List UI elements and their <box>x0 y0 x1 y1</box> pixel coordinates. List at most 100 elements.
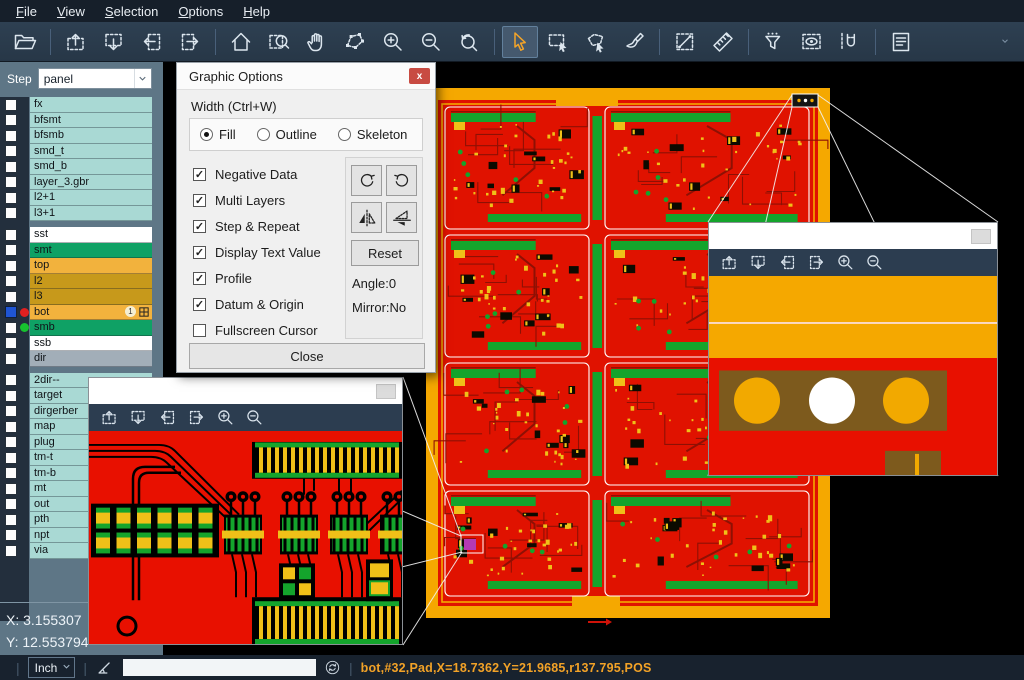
tool-rect-select-button[interactable] <box>540 26 576 58</box>
layer-row-bot[interactable]: bot1 <box>0 305 152 321</box>
layer-checkbox[interactable] <box>5 353 17 365</box>
toolbar-overflow-icon[interactable] <box>1000 33 1010 51</box>
layer-name[interactable]: smb <box>30 320 152 336</box>
layer-row-smd_t[interactable]: smd_t <box>0 144 152 160</box>
checkbox-box[interactable] <box>193 324 206 337</box>
tool-magnet-button[interactable] <box>832 26 868 58</box>
unit-select[interactable]: Inch <box>28 657 76 678</box>
popup-tool-pan-down-button[interactable] <box>746 252 770 274</box>
tool-report-button[interactable] <box>883 26 919 58</box>
rotate-ccw-button[interactable] <box>386 165 417 196</box>
menu-item-view[interactable]: View <box>47 4 95 19</box>
step-select[interactable]: panel <box>38 68 152 89</box>
layer-row-sst[interactable]: sst <box>0 227 152 243</box>
layer-checkbox[interactable] <box>5 514 17 526</box>
layer-row-layer_3.gbr[interactable]: layer_3.gbr <box>0 175 152 191</box>
layer-row-ssb[interactable]: ssb <box>0 336 152 352</box>
layer-checkbox[interactable] <box>5 244 17 256</box>
layer-name[interactable]: bfsmb <box>30 128 152 144</box>
window-button[interactable] <box>376 384 396 399</box>
layer-checkbox[interactable] <box>5 498 17 510</box>
popup-tool-pan-up-button[interactable] <box>97 407 121 429</box>
layer-name[interactable]: fx <box>30 97 152 113</box>
radio-skeleton[interactable]: Skeleton <box>338 127 408 142</box>
checkbox-negative-data[interactable]: ✓Negative Data <box>193 161 321 187</box>
layer-checkbox[interactable] <box>5 130 17 142</box>
layer-checkbox[interactable] <box>5 291 17 303</box>
tool-measure-button[interactable] <box>667 26 703 58</box>
tool-poly-select-button[interactable] <box>578 26 614 58</box>
layer-checkbox[interactable] <box>5 436 17 448</box>
layer-row-smt[interactable]: smt <box>0 243 152 259</box>
layer-name[interactable]: smt <box>30 243 152 259</box>
layer-row-l2+1[interactable]: l2+1 <box>0 190 152 206</box>
layer-row-dir[interactable]: dir <box>0 351 152 367</box>
checkbox-multi-layers[interactable]: ✓Multi Layers <box>193 187 321 213</box>
tool-pan-down-button[interactable] <box>96 26 132 58</box>
menu-item-help[interactable]: Help <box>233 4 280 19</box>
layer-checkbox[interactable] <box>5 99 17 111</box>
tool-select-arrow-button[interactable] <box>502 26 538 58</box>
layer-checkbox[interactable] <box>5 192 17 204</box>
layer-name[interactable]: l3+1 <box>30 206 152 222</box>
checkbox-box[interactable]: ✓ <box>193 168 206 181</box>
layer-name[interactable]: top <box>30 258 152 274</box>
tool-filter-button[interactable] <box>756 26 792 58</box>
rotate-cw-button[interactable] <box>351 165 382 196</box>
tool-brush-button[interactable] <box>616 26 652 58</box>
layer-checkbox[interactable] <box>5 229 17 241</box>
reset-button[interactable]: Reset <box>351 240 419 266</box>
tool-hand-button[interactable] <box>299 26 335 58</box>
layer-checkbox[interactable] <box>5 275 17 287</box>
angle-icon[interactable] <box>95 658 115 678</box>
popup-tool-pan-left-button[interactable] <box>775 252 799 274</box>
layer-name[interactable]: smd_b <box>30 159 152 175</box>
checkbox-fullscreen-cursor[interactable]: Fullscreen Cursor <box>193 317 321 343</box>
dialog-title-bar[interactable]: Graphic Options <box>177 63 435 90</box>
layer-checkbox[interactable] <box>5 374 17 386</box>
checkbox-step-repeat[interactable]: ✓Step & Repeat <box>193 213 321 239</box>
layer-name[interactable]: ssb <box>30 336 152 352</box>
layer-checkbox[interactable] <box>5 452 17 464</box>
layer-name[interactable]: dir <box>30 351 152 367</box>
layer-checkbox[interactable] <box>5 467 17 479</box>
layer-checkbox[interactable] <box>5 207 17 219</box>
layer-checkbox[interactable] <box>5 260 17 272</box>
layer-name[interactable]: bfsmt <box>30 113 152 129</box>
close-button[interactable]: Close <box>189 343 425 369</box>
layer-row-bfsmb[interactable]: bfsmb <box>0 128 152 144</box>
layer-checkbox[interactable] <box>5 337 17 349</box>
layer-name[interactable]: layer_3.gbr <box>30 175 152 191</box>
close-icon[interactable]: x <box>409 68 430 84</box>
mirror-horizontal-button[interactable] <box>386 202 417 233</box>
tool-zoom-out-button[interactable] <box>413 26 449 58</box>
layer-row-top[interactable]: top <box>0 258 152 274</box>
popup-pad-detail[interactable] <box>709 276 997 475</box>
sync-icon[interactable] <box>324 659 341 676</box>
layer-row-fx[interactable]: fx <box>0 97 152 113</box>
checkbox-box[interactable]: ✓ <box>193 246 206 259</box>
layer-checkbox[interactable] <box>5 405 17 417</box>
layer-name[interactable]: l3 <box>30 289 152 305</box>
menu-item-selection[interactable]: Selection <box>95 4 168 19</box>
layer-row-l3+1[interactable]: l3+1 <box>0 206 152 222</box>
window-button[interactable] <box>971 229 991 244</box>
tool-zoom-in-button[interactable] <box>375 26 411 58</box>
tool-ruler-button[interactable] <box>705 26 741 58</box>
layer-name[interactable]: smd_t <box>30 144 152 160</box>
checkbox-box[interactable]: ✓ <box>193 194 206 207</box>
checkbox-box[interactable]: ✓ <box>193 220 206 233</box>
layer-checkbox[interactable] <box>5 545 17 557</box>
layer-row-bfsmt[interactable]: bfsmt <box>0 113 152 129</box>
tool-zoom-area-button[interactable] <box>261 26 297 58</box>
layer-checkbox[interactable] <box>5 529 17 541</box>
mirror-vertical-button[interactable] <box>351 202 382 233</box>
menu-item-file[interactable]: File <box>6 4 47 19</box>
checkbox-box[interactable]: ✓ <box>193 272 206 285</box>
radio-fill[interactable]: Fill <box>200 127 236 142</box>
popup-tool-pan-right-button[interactable] <box>184 407 208 429</box>
layer-checkbox[interactable] <box>5 390 17 402</box>
layer-checkbox[interactable] <box>5 176 17 188</box>
layer-checkbox[interactable] <box>5 114 17 126</box>
layer-row-l3[interactable]: l3 <box>0 289 152 305</box>
